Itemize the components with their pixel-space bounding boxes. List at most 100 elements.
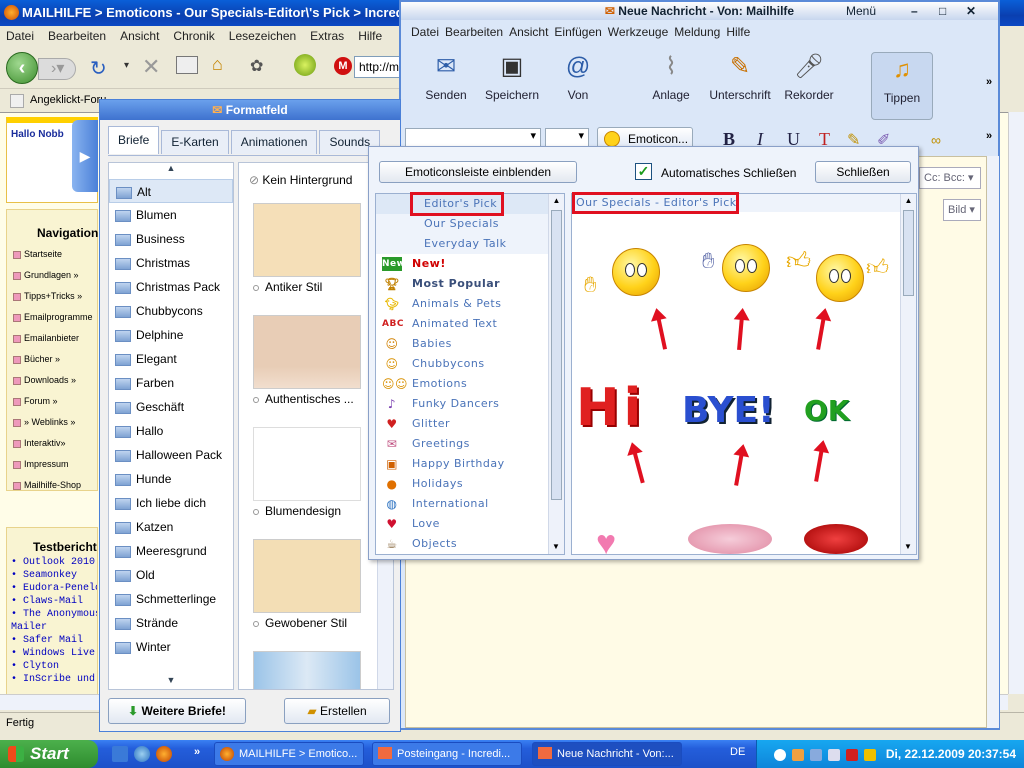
tab-animationen[interactable]: Animationen <box>230 130 318 154</box>
maximize-button[interactable]: □ <box>939 2 946 20</box>
emoticon-category[interactable]: ♪ Funky Dancers <box>376 394 564 414</box>
menu-extras[interactable]: Extras <box>310 29 344 43</box>
emoticon-category[interactable]: ☺☺ Emotions <box>376 374 564 394</box>
language-indicator[interactable]: DE <box>730 746 745 758</box>
test-report-link[interactable]: • The Anonymous <box>11 608 97 621</box>
format-more-icon[interactable]: » <box>986 130 992 142</box>
menu-hilfe[interactable]: Hilfe <box>358 29 382 43</box>
print-icon[interactable] <box>176 56 198 74</box>
start-button[interactable]: Start <box>0 740 98 768</box>
compose-menu-werkzeuge[interactable]: Werkzeuge <box>608 25 668 39</box>
home-icon[interactable]: ⌂ <box>212 54 223 75</box>
tray-arrow-icon[interactable] <box>773 748 786 761</box>
letter-category[interactable]: Chubbycons <box>109 299 233 323</box>
letter-category[interactable]: Business <box>109 227 233 251</box>
emoticon-subcategory[interactable]: Everyday Talk <box>376 234 564 254</box>
more-letters-button[interactable]: ⬇ Weitere Briefe! <box>108 698 246 724</box>
category-scroll-down[interactable]: ▼ <box>109 675 233 689</box>
thumb-authentisches[interactable]: Authentisches ... <box>253 315 363 406</box>
letter-category[interactable]: Hallo <box>109 419 233 443</box>
link-icon[interactable]: ∞ <box>931 132 941 148</box>
emoticon-shy-smiley[interactable] <box>612 248 660 296</box>
typing-button[interactable]: ♫ Tippen <box>871 52 933 120</box>
formatfeld-collapse-tab[interactable]: ▶ <box>72 120 98 192</box>
nav-link[interactable]: Emailanbieter <box>7 328 97 349</box>
emoticon-lips[interactable] <box>804 524 868 554</box>
task-neue-nachricht[interactable]: Neue Nachricht - Von:... <box>532 742 682 766</box>
menu-chronik[interactable]: Chronik <box>173 29 214 43</box>
letter-category[interactable]: Schmetterlinge <box>109 587 233 611</box>
emoticon-category[interactable]: ☕︎ Objects <box>376 534 564 554</box>
letter-category[interactable]: Halloween Pack <box>109 443 233 467</box>
signature-button[interactable]: ✎ Unterschrift <box>705 50 775 102</box>
back-button[interactable]: ‹ <box>6 52 38 84</box>
tray-network-icon[interactable] <box>809 748 822 761</box>
emoticon-category[interactable]: ♥ Glitter <box>376 414 564 434</box>
tray-warning-icon[interactable] <box>863 748 876 761</box>
tab-briefe[interactable]: Briefe <box>108 126 160 154</box>
emoticon-category[interactable]: New New! <box>376 254 564 274</box>
send-button[interactable]: ✉ Senden <box>411 50 481 102</box>
test-report-link[interactable]: • Windows Live M <box>11 647 97 660</box>
test-report-link[interactable]: • Claws-Mail <box>11 595 97 608</box>
compose-menu-ansicht[interactable]: Ansicht <box>509 25 548 39</box>
emoticon-category[interactable]: 🐤︎ Animals & Pets <box>376 294 564 314</box>
tray-antivirus-icon[interactable] <box>845 748 858 761</box>
nav-link[interactable]: Forum » <box>7 391 97 412</box>
nav-link[interactable]: Interaktiv» <box>7 433 97 454</box>
nav-link[interactable]: Bücher » <box>7 349 97 370</box>
tray-battery-icon[interactable] <box>827 748 840 761</box>
task-posteingang[interactable]: Posteingang - Incredi... <box>372 742 522 766</box>
attachment-button[interactable]: ⌇ Anlage <box>636 50 706 102</box>
emoticon-category[interactable]: ♥ Love <box>376 514 564 534</box>
tab-e-karten[interactable]: E-Karten <box>161 130 229 154</box>
category-scroll-up[interactable]: ▲ <box>109 163 233 179</box>
letter-category[interactable]: Farben <box>109 371 233 395</box>
quicklaunch-more-icon[interactable]: » <box>194 746 200 758</box>
compose-menu-hilfe[interactable]: Hilfe <box>726 25 750 39</box>
emoticon-category[interactable]: 🏆︎ Most Popular <box>376 274 564 294</box>
letter-category[interactable]: Christmas Pack <box>109 275 233 299</box>
menu-label[interactable]: Menü <box>846 2 876 20</box>
dropdown-icon[interactable]: ▾ <box>124 60 129 71</box>
menu-lesezeichen[interactable]: Lesezeichen <box>229 29 296 43</box>
letter-category[interactable]: Strände <box>109 611 233 635</box>
compose-menu-meldung[interactable]: Meldung <box>674 25 720 39</box>
menu-bearbeiten[interactable]: Bearbeiten <box>48 29 106 43</box>
test-report-link[interactable]: • Outlook 2010 <box>11 556 97 569</box>
tools-icon[interactable]: ✿ <box>250 56 263 76</box>
nav-link[interactable]: Tipps+Tricks » <box>7 286 97 307</box>
emoticon-bye-text[interactable]: BYE! <box>682 390 775 431</box>
letter-category[interactable]: Winter <box>109 635 233 659</box>
nav-link[interactable]: Grundlagen » <box>7 265 97 286</box>
compose-menu-datei[interactable]: Datei <box>411 25 439 39</box>
tray-mail-icon[interactable] <box>791 748 804 761</box>
show-emoticon-bar-button[interactable]: Emoticonsleiste einblenden <box>379 161 577 183</box>
task-firefox[interactable]: MAILHILFE > Emotico... <box>214 742 364 766</box>
addon-icon[interactable] <box>294 54 316 76</box>
nav-link[interactable]: Mailhilfe-Shop <box>7 475 97 496</box>
emoticon-thumbs-up-smiley[interactable] <box>816 254 864 302</box>
bookmark-item[interactable]: Angeklickt-Foru <box>30 94 106 106</box>
url-input[interactable]: http://m <box>354 56 404 78</box>
emoticon-category[interactable]: ABC Animated Text <box>376 314 564 334</box>
emoticon-hearts[interactable]: ♥ <box>596 524 616 554</box>
no-background-option[interactable]: ⊘ Kein Hintergrund <box>249 173 352 187</box>
emoticon-kiss-text[interactable] <box>688 524 772 554</box>
page-vscroll[interactable] <box>1008 112 1024 694</box>
category-vscroll[interactable]: ▲ ▼ <box>548 194 564 554</box>
emoticon-category[interactable]: ● Holidays <box>376 474 564 494</box>
emoticon-category[interactable]: ☺ Chubbycons <box>376 354 564 374</box>
from-button[interactable]: @ Von <box>543 50 613 102</box>
test-report-link[interactable]: • Clyton <box>11 660 97 673</box>
test-report-link[interactable]: • Eudora-Penelope <box>11 582 97 595</box>
reload-icon[interactable]: ↻ <box>90 56 107 81</box>
quicklaunch-firefox-icon[interactable] <box>156 746 172 762</box>
toolbar-more-icon[interactable]: » <box>986 76 992 88</box>
close-panel-button[interactable]: Schließen <box>815 161 911 183</box>
bild-select[interactable]: Bild ▾ <box>943 199 981 221</box>
compose-menu-bearbeiten[interactable]: Bearbeiten <box>445 25 503 39</box>
nav-link[interactable]: Emailprogramme <box>7 307 97 328</box>
emoticon-ok-text[interactable]: OK <box>804 394 850 427</box>
letter-category[interactable]: Old <box>109 563 233 587</box>
